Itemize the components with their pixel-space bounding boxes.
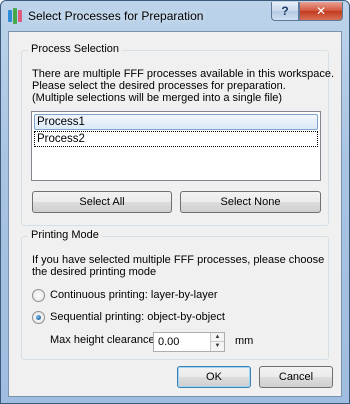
continuous-printing-label[interactable]: Continuous printing: layer-by-layer — [50, 289, 218, 301]
max-height-clearance-input[interactable]: 0.00 ▲ ▼ — [153, 332, 225, 352]
process-description-line: (Multiple selections will be merged into… — [32, 92, 283, 104]
close-icon: ✕ — [315, 4, 327, 18]
ok-button[interactable]: OK — [177, 366, 251, 388]
clearance-value[interactable]: 0.00 — [158, 336, 179, 348]
dialog-window: Select Processes for Preparation ? ✕ Pro… — [0, 0, 350, 404]
process-selection-legend: Process Selection — [28, 43, 123, 55]
title-bar[interactable]: Select Processes for Preparation ? ✕ — [1, 1, 349, 31]
list-item-process2[interactable]: Process2 — [34, 131, 318, 147]
list-item-process1[interactable]: Process1 — [34, 114, 318, 130]
select-none-button[interactable]: Select None — [180, 191, 321, 213]
clearance-unit: mm — [235, 335, 254, 347]
continuous-printing-radio[interactable] — [32, 289, 45, 302]
window-title: Select Processes for Preparation — [28, 9, 204, 23]
select-all-button[interactable]: Select All — [32, 191, 172, 213]
printing-description-line: the desired printing mode — [32, 266, 157, 278]
radio-selected-dot — [36, 315, 41, 320]
help-button[interactable]: ? — [271, 2, 299, 21]
spin-up-icon[interactable]: ▲ — [210, 333, 224, 342]
dialog-body: Process Selection There are multiple FFF… — [8, 31, 342, 397]
spin-buttons: ▲ ▼ — [210, 333, 224, 351]
process-list[interactable]: Process1 Process2 — [31, 111, 321, 181]
close-button[interactable]: ✕ — [299, 2, 343, 21]
sequential-printing-radio[interactable] — [32, 311, 45, 324]
process-description-line: Please select the desired processes for … — [32, 80, 286, 92]
printing-description-line: If you have selected multiple FFF proces… — [32, 254, 325, 266]
sequential-printing-label[interactable]: Sequential printing: object-by-object — [50, 311, 225, 323]
process-selection-group: Process Selection There are multiple FFF… — [21, 43, 334, 226]
spin-down-icon[interactable]: ▼ — [210, 342, 224, 351]
max-height-clearance-label: Max height clearance — [50, 334, 155, 346]
help-icon: ? — [281, 4, 289, 18]
printing-mode-legend: Printing Mode — [28, 229, 102, 241]
app-icon — [8, 8, 22, 24]
process-description-line: There are multiple FFF processes availab… — [32, 68, 335, 80]
cancel-button[interactable]: Cancel — [259, 366, 333, 388]
